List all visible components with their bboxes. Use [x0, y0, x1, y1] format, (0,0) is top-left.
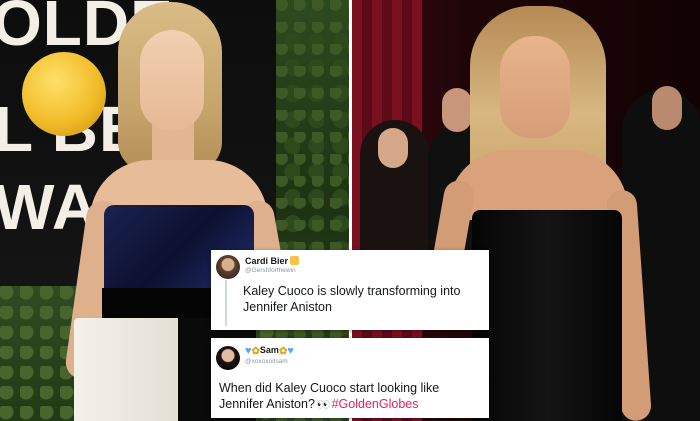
tweet-text: Kaley Cuoco is slowly transforming into …	[243, 284, 461, 314]
meme-collage: OLDE L BE WAR Cardi Bier @Gershforthewin…	[0, 0, 700, 421]
tweet-author-handle[interactable]: @Gershforthewin	[245, 267, 296, 274]
hashtag-link[interactable]: #GoldenGlobes	[332, 397, 419, 411]
tweet-author-name[interactable]: ♥✿Sam✿♥	[245, 345, 294, 357]
background-guest-1-face	[378, 128, 408, 168]
white-skirt	[74, 318, 192, 421]
background-guest-2-face	[442, 88, 472, 132]
tweet-author-name-text: Cardi Bier	[245, 256, 289, 266]
black-strapless-dress	[472, 210, 622, 421]
yellow-square-emoji-icon	[290, 256, 300, 265]
reply-thread-line	[225, 280, 227, 326]
background-guest-3-face	[652, 86, 682, 130]
tweet-card[interactable]: ♥✿Sam✿♥ @xoxoxoitsam When did Kaley Cuoc…	[211, 338, 489, 418]
golden-globe-logo-icon	[22, 52, 106, 136]
tweet-card[interactable]: Cardi Bier @Gershforthewin Kaley Cuoco i…	[211, 250, 489, 330]
woman-left-face	[140, 30, 204, 130]
woman-right-face	[500, 36, 570, 138]
sunflower-emoji-icon: ✿	[251, 346, 260, 357]
eyes-emoji-icon: 👀	[316, 399, 331, 411]
tweet-author-name-text: Sam	[259, 345, 279, 355]
sunflower-emoji-icon: ✿	[278, 346, 288, 357]
avatar[interactable]	[216, 255, 240, 279]
avatar[interactable]	[216, 346, 240, 370]
tweet-author-name[interactable]: Cardi Bier	[245, 256, 300, 266]
tweet-text: When did Kaley Cuoco start looking like …	[219, 380, 485, 413]
tweet-author-handle[interactable]: @xoxoxoitsam	[245, 358, 288, 365]
blue-heart-emoji-icon: ♥	[287, 345, 294, 357]
